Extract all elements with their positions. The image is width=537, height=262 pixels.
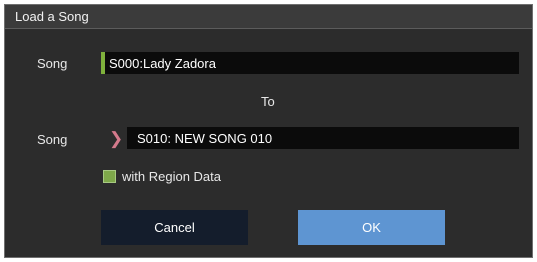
region-data-checkbox[interactable] (103, 170, 116, 183)
cancel-button[interactable]: Cancel (101, 210, 248, 245)
source-song-label: Song (37, 56, 68, 71)
to-label: To (261, 94, 275, 109)
destination-song-label: Song (37, 132, 68, 147)
dialog-titlebar: Load a Song (5, 5, 532, 29)
source-song-value: S000:Lady Zadora (109, 56, 216, 71)
destination-song-field[interactable]: S010: NEW SONG 010 (127, 127, 519, 149)
region-data-label[interactable]: with Region Data (122, 169, 221, 184)
destination-song-value: S010: NEW SONG 010 (137, 131, 273, 146)
source-song-field[interactable]: S000:Lady Zadora (101, 52, 519, 74)
selection-accent-bar (101, 52, 105, 74)
dialog-title: Load a Song (15, 9, 89, 24)
ok-button[interactable]: OK (298, 210, 445, 245)
load-song-dialog: Load a Song Song S000:Lady Zadora To Son… (4, 4, 533, 258)
chevron-right-icon[interactable]: ❯ (109, 130, 123, 147)
